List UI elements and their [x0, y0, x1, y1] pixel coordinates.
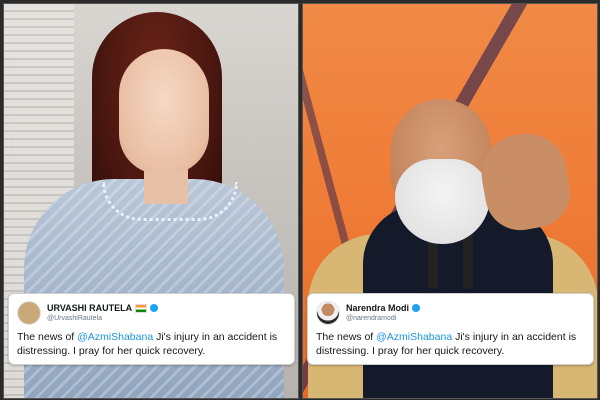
india-flag-icon [135, 303, 148, 313]
collage: URVASHI RAUTELA @UrvashiRautela The news… [0, 0, 600, 400]
display-name[interactable]: Narendra Modi [346, 303, 421, 313]
left-photo-panel: URVASHI RAUTELA @UrvashiRautela The news… [3, 3, 299, 399]
name-block: Narendra Modi @narendramodi [346, 303, 421, 323]
avatar[interactable] [17, 301, 41, 325]
avatar[interactable] [316, 301, 340, 325]
tweet-header: URVASHI RAUTELA @UrvashiRautela [17, 301, 159, 325]
verified-badge-icon [150, 304, 159, 312]
face [119, 49, 209, 174]
mention-link[interactable]: @AzmiShabana [77, 331, 153, 343]
tweet-text: The news of @AzmiShabana Ji's injury in … [316, 330, 586, 358]
display-name[interactable]: URVASHI RAUTELA [47, 303, 159, 313]
tweet-card-right[interactable]: Narendra Modi @narendramodi The news of … [307, 293, 594, 365]
mention-link[interactable]: @AzmiShabana [376, 331, 452, 343]
tweet-card-left[interactable]: URVASHI RAUTELA @UrvashiRautela The news… [8, 293, 295, 365]
display-name-text: Narendra Modi [346, 303, 410, 313]
user-handle[interactable]: @UrvashiRautela [47, 314, 158, 323]
display-name-text: URVASHI RAUTELA [47, 303, 133, 313]
tweet-text-start: The news of [316, 331, 377, 343]
tweet-header: Narendra Modi @narendramodi [316, 301, 421, 325]
tweet-text: The news of @AzmiShabana Ji's injury in … [17, 330, 287, 358]
user-handle[interactable]: @narendramodi [346, 314, 420, 323]
name-block: URVASHI RAUTELA @UrvashiRautela [47, 303, 159, 323]
necklace [102, 182, 238, 221]
tweet-text-start: The news of [17, 331, 78, 343]
right-photo-panel: Narendra Modi @narendramodi The news of … [302, 3, 598, 399]
verified-badge-icon [412, 304, 421, 312]
